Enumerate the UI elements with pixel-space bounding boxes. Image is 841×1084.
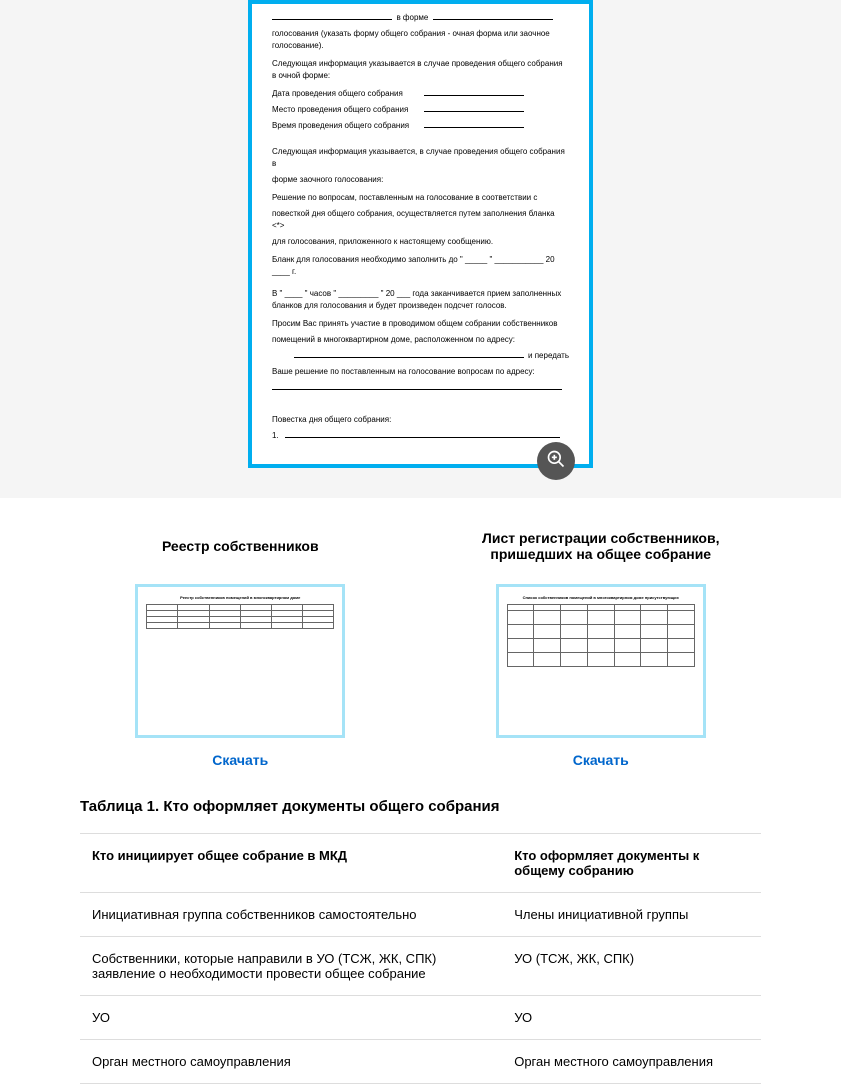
invite2: помещений в многоквартирном доме, распол… (272, 334, 569, 346)
end-line: В " ____ " часов " _________ " 20 ___ го… (272, 288, 569, 312)
blank-fill: Бланк для голосования необходимо заполни… (272, 254, 569, 278)
cell: УО (80, 996, 502, 1040)
table-h2: Кто оформляет документы к общему собрани… (502, 834, 761, 893)
invite1: Просим Вас принять участие в проводимом … (272, 318, 569, 330)
thumbnails-row: Реестр собственников Реестр собственнико… (0, 498, 841, 768)
document-body: в форме голосования (указать форму общег… (272, 12, 569, 442)
decision3: для голосования, приложенного к настояще… (272, 236, 569, 248)
table-row: Орган местного самоуправления Орган мест… (80, 1040, 761, 1084)
form-note: голосования (указать форму общего собран… (272, 28, 569, 52)
document-frame: в форме голосования (указать форму общег… (248, 0, 593, 468)
table-row: Инициативная группа собственников самост… (80, 893, 761, 937)
cell: Члены инициативной группы (502, 893, 761, 937)
fake-table-1 (146, 604, 334, 629)
download-link-2[interactable]: Скачать (441, 752, 762, 768)
cell: Орган местного самоуправления (502, 1040, 761, 1084)
time-label: Время проведения общего собрания (272, 120, 422, 132)
decision1: Решение по вопросам, поставленным на гол… (272, 192, 569, 204)
table-row: Собственники, которые направили в УО (ТС… (80, 937, 761, 996)
cell: УО (ТСЖ, ЖК, СПК) (502, 937, 761, 996)
fake-table-2 (507, 604, 695, 667)
info-zaoch2: форме заочного голосования: (272, 174, 569, 186)
send-label: и передать (528, 351, 569, 360)
thumb-frame-2[interactable]: Список собственников помещений в многокв… (496, 584, 706, 738)
document-preview-section: в форме голосования (указать форму общег… (0, 0, 841, 498)
agenda-label: Повестка дня общего собрания: (272, 414, 569, 426)
decision2: повесткой дня общего собрания, осуществл… (272, 208, 569, 232)
table-heading: Таблица 1. Кто оформляет документы общег… (80, 798, 761, 815)
agenda-item-1: 1. (272, 431, 279, 440)
thumb-title-2: Лист регистрации собственников, пришедши… (441, 528, 762, 564)
thumb-frame-1[interactable]: Реестр собственников помещений в многокв… (135, 584, 345, 738)
table-header-row: Кто инициирует общее собрание в МКД Кто … (80, 834, 761, 893)
table-section: Таблица 1. Кто оформляет документы общег… (0, 768, 841, 1084)
cell: УО (502, 996, 761, 1040)
zoom-button[interactable] (537, 442, 575, 480)
decision-addr: Ваше решение по поставленным на голосова… (272, 366, 569, 378)
thumb-col-1: Реестр собственников Реестр собственнико… (80, 528, 401, 768)
thumb-doc-title-2: Список собственников помещений в многокв… (507, 595, 695, 600)
form-label: в форме (396, 13, 428, 22)
thumb-doc-title: Реестр собственников помещений в многокв… (146, 595, 334, 600)
thumb-col-2: Лист регистрации собственников, пришедши… (441, 528, 762, 768)
cell: Инициативная группа собственников самост… (80, 893, 502, 937)
table-h1: Кто инициирует общее собрание в МКД (80, 834, 502, 893)
info-ocn: Следующая информация указывается в случа… (272, 58, 569, 82)
table-row: УО УО (80, 996, 761, 1040)
place-label: Место проведения общего собрания (272, 104, 422, 116)
cell: Собственники, которые направили в УО (ТС… (80, 937, 502, 996)
date-label: Дата проведения общего собрания (272, 88, 422, 100)
info-zaoch1: Следующая информация указывается, в случ… (272, 146, 569, 170)
thumb-title-1: Реестр собственников (80, 528, 401, 564)
zoom-in-icon (546, 449, 566, 474)
download-link-1[interactable]: Скачать (80, 752, 401, 768)
cell: Орган местного самоуправления (80, 1040, 502, 1084)
main-table: Кто инициирует общее собрание в МКД Кто … (80, 833, 761, 1084)
